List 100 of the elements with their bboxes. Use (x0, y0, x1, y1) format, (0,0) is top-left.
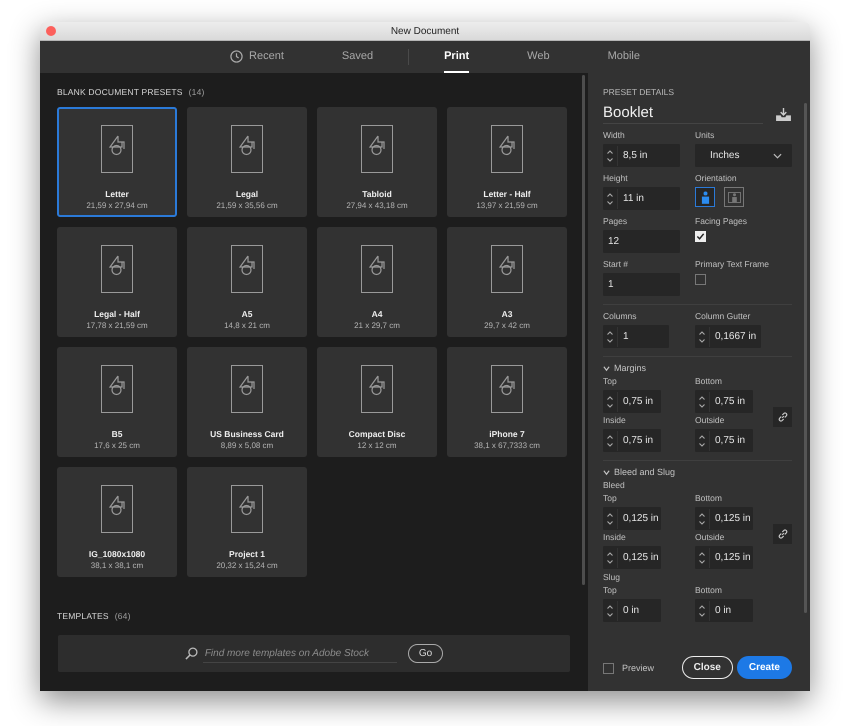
preset-size: 38,1 x 67,7333 cm (474, 441, 540, 450)
document-icon (491, 245, 523, 293)
start-field[interactable]: 1 (603, 273, 680, 296)
chevron-icon (603, 468, 610, 476)
field-label: Outside (695, 415, 724, 425)
document-icon (491, 125, 523, 173)
preset-name: Letter (105, 189, 129, 199)
preset-size: 14,8 x 21 cm (224, 321, 270, 330)
section-title: TEMPLATES (57, 611, 109, 621)
tab[interactable]: Recent (201, 41, 313, 73)
portrait-button[interactable] (695, 187, 715, 207)
preset-name: Legal - Half (94, 309, 140, 319)
go-button[interactable]: Go (408, 644, 444, 663)
person-icon (700, 190, 710, 204)
checkbox-label: Preview (622, 662, 654, 672)
close-button[interactable]: Close (682, 656, 733, 679)
height-field[interactable]: 11 in (603, 187, 680, 210)
document-icon (101, 365, 133, 413)
tab[interactable]: Web (498, 41, 579, 73)
preset-card[interactable]: Legal - Half 17,78 x 21,59 cm (57, 227, 177, 337)
margin-field[interactable]: 0,75 in (603, 390, 661, 413)
preset-size: 20,32 x 15,24 cm (216, 561, 278, 570)
columns-field[interactable]: 1 (603, 325, 669, 348)
checkbox[interactable] (695, 274, 706, 285)
bleed-field[interactable]: 0,125 in (695, 546, 753, 569)
field-label: Column Gutter (695, 311, 750, 321)
document-icon (101, 245, 133, 293)
document-icon (231, 245, 263, 293)
slug-field[interactable]: 0 in (695, 599, 753, 622)
document-icon (231, 485, 263, 533)
preset-card[interactable]: Letter - Half 13,97 x 21,59 cm (447, 107, 567, 217)
document-icon (231, 125, 263, 173)
section-title: BLANK DOCUMENT PRESETS (57, 87, 183, 97)
save-preset-icon[interactable] (775, 108, 792, 120)
preset-name: Legal (236, 189, 258, 199)
preset-size: 17,78 x 21,59 cm (86, 321, 148, 330)
preset-card[interactable]: Tabloid 27,94 x 43,18 cm (317, 107, 437, 217)
search-field[interactable]: Find more templates on Adobe Stock (202, 644, 397, 662)
tab[interactable]: Saved (312, 41, 402, 73)
preset-card[interactable]: Letter 21,59 x 27,94 cm (57, 107, 177, 217)
link-icon[interactable] (773, 406, 792, 426)
margin-field[interactable]: 0,75 in (603, 429, 661, 452)
preset-card[interactable]: A5 14,8 x 21 cm (187, 227, 307, 337)
section-toggle[interactable]: Margins (603, 363, 646, 373)
preset-size: 29,7 x 42 cm (484, 321, 530, 330)
gutter-field[interactable]: 0,1667 in (695, 325, 761, 348)
units-dropdown[interactable]: Inches (695, 144, 792, 167)
tab[interactable]: Mobile (578, 41, 669, 73)
field-label: Columns (603, 311, 637, 321)
field-label: Bottom (695, 376, 722, 386)
preset-card[interactable]: US Business Card 8,89 x 5,08 cm (187, 347, 307, 457)
link-icon[interactable] (773, 524, 792, 544)
preset-size: 21,59 x 27,94 cm (86, 201, 148, 210)
preset-card[interactable]: Legal 21,59 x 35,56 cm (187, 107, 307, 217)
chevron-icon (603, 364, 610, 372)
preset-size: 17,6 x 25 cm (94, 441, 140, 450)
checkbox[interactable] (603, 662, 614, 674)
field-label: Top (603, 376, 617, 386)
landscape-button[interactable] (724, 187, 744, 207)
preset-size: 38,1 x 38,1 cm (90, 561, 144, 570)
preset-card[interactable]: A3 29,7 x 42 cm (447, 227, 567, 337)
preset-card[interactable]: Project 1 20,32 x 15,24 cm (187, 467, 307, 577)
field-label: Top (603, 585, 617, 595)
field-label: Pages (603, 216, 628, 226)
pages-field[interactable]: 12 (603, 230, 680, 253)
preset-card[interactable]: Compact Disc 12 x 12 cm (317, 347, 437, 457)
width-field[interactable]: 8,5 in (603, 144, 680, 167)
document-icon (361, 245, 393, 293)
preset-count: (14) (188, 87, 205, 97)
margin-field[interactable]: 0,75 in (695, 390, 753, 413)
preset-card[interactable]: IG_1080x1080 38,1 x 38,1 cm (57, 467, 177, 577)
document-icon (361, 365, 393, 413)
preset-card[interactable]: B5 17,6 x 25 cm (57, 347, 177, 457)
section-toggle[interactable]: Bleed and Slug (603, 467, 676, 477)
field-label: Bottom (695, 493, 722, 503)
create-button[interactable]: Create (736, 656, 792, 679)
preset-size: 21,59 x 35,56 cm (216, 201, 278, 210)
field-label: Start # (603, 259, 628, 269)
margin-field[interactable]: 0,75 in (695, 429, 753, 452)
document-icon (231, 365, 263, 413)
scrollbar[interactable] (804, 103, 807, 613)
preset-name: A3 (502, 309, 512, 319)
chevron-down-icon (773, 152, 782, 158)
field-label: Orientation (695, 173, 737, 183)
preset-name: Project 1 (229, 549, 265, 559)
preset-name: Compact Disc (348, 429, 406, 439)
preset-name: Letter - Half (483, 189, 531, 199)
scrollbar[interactable] (582, 75, 585, 585)
preset-card[interactable]: iPhone 7 38,1 x 67,7333 cm (447, 347, 567, 457)
bleed-field[interactable]: 0,125 in (695, 507, 753, 530)
bleed-field[interactable]: 0,125 in (603, 546, 661, 569)
group-label: Bleed (603, 480, 626, 490)
bleed-field[interactable]: 0,125 in (603, 507, 661, 530)
template-count: (64) (114, 611, 131, 621)
preset-size: 8,89 x 5,08 cm (220, 441, 274, 450)
preset-name-field[interactable]: Booklet (603, 104, 763, 124)
preset-name: iPhone 7 (489, 429, 525, 439)
slug-field[interactable]: 0 in (603, 599, 661, 622)
preset-card[interactable]: A4 21 x 29,7 cm (317, 227, 437, 337)
field-label: Width (603, 130, 625, 140)
